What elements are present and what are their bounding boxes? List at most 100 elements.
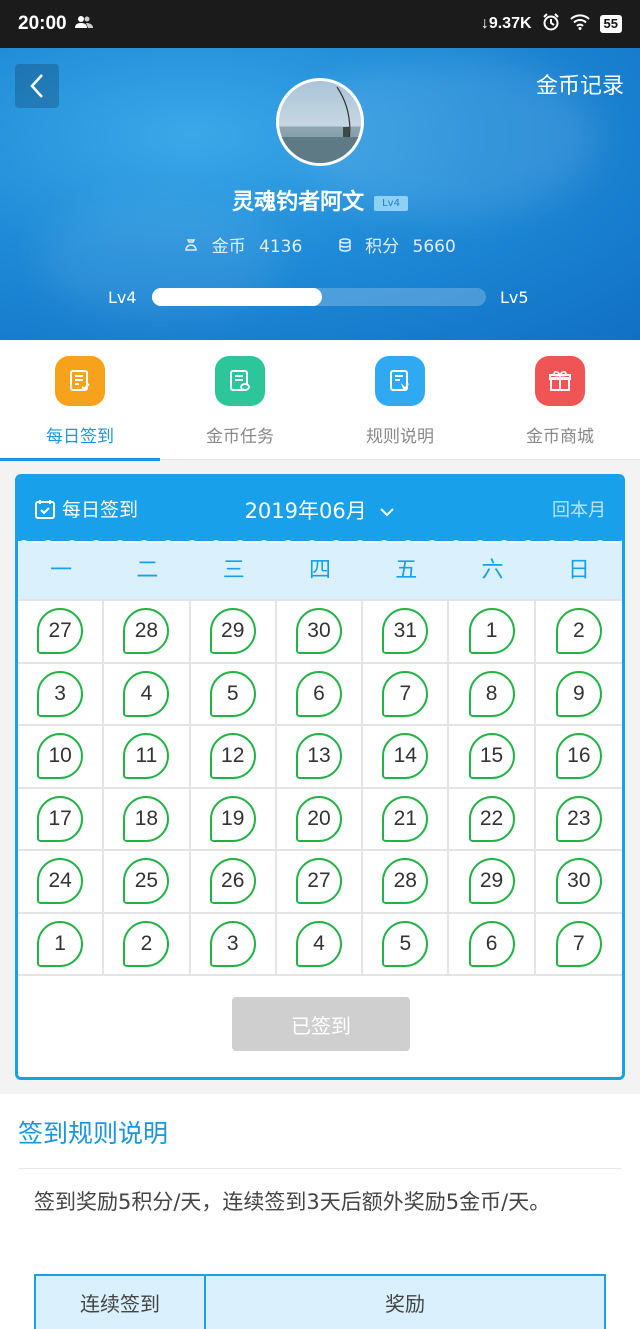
status-time: 20:00 [18, 13, 67, 34]
tab-daily-checkin[interactable]: 每日签到 [0, 340, 160, 461]
calendar-day-cell[interactable]: 19 [190, 788, 277, 851]
calendar-day-cell[interactable]: 13 [276, 726, 364, 789]
wifi-icon [569, 13, 590, 35]
calendar-day-cell[interactable]: 30 [276, 601, 364, 664]
checked-day: 21 [382, 795, 429, 842]
tab-rules[interactable]: 规则说明 [320, 340, 480, 460]
calendar-day-cell[interactable]: 3 [190, 913, 277, 976]
back-to-current-month[interactable]: 回本月 [552, 496, 606, 522]
checked-day: 20 [295, 795, 342, 842]
checked-day: 5 [382, 920, 429, 967]
calendar-day-cell[interactable]: 22 [449, 788, 536, 851]
back-button[interactable] [15, 64, 59, 108]
calendar-day-cell[interactable]: 8 [449, 663, 536, 726]
calendar-day-cell[interactable]: 5 [190, 663, 277, 726]
points-value: 5660 [412, 237, 456, 257]
tab-coin-tasks[interactable]: 金币任务 [160, 340, 320, 460]
calendar-day-cell[interactable]: 9 [535, 664, 622, 726]
level-progress-bar [152, 288, 486, 306]
calendar-day-cell[interactable]: 27 [18, 601, 105, 664]
checked-day: 8 [468, 670, 515, 717]
calendar-day-cell[interactable]: 10 [18, 726, 105, 789]
checked-day: 25 [123, 858, 170, 905]
calendar-day-cell[interactable]: 20 [276, 788, 364, 851]
calendar-day-cell[interactable]: 28 [363, 851, 450, 914]
checked-day: 11 [123, 733, 170, 780]
checkin-calendar: 每日签到 2019年06月 回本月 一 二 三 四 五 六 日 27 28 29 30… [15, 474, 625, 1080]
checked-day: 3 [209, 920, 256, 967]
weekday-label: 四 [308, 558, 331, 583]
table-header-reward: 奖励 [385, 1292, 425, 1316]
checked-day: 18 [123, 795, 170, 842]
calendar-day-cell[interactable]: 18 [104, 788, 191, 851]
checked-day: 14 [382, 733, 429, 780]
calendar-header: 每日签到 2019年06月 回本月 [18, 477, 622, 541]
calendar-day-cell[interactable]: 27 [276, 851, 364, 914]
coins-label: 金币 [211, 237, 246, 257]
rules-title: 签到规则说明 [18, 1119, 169, 1148]
calendar-day-cell[interactable]: 11 [104, 726, 191, 789]
weekday-label: 二 [136, 558, 159, 583]
rules-table-header: 连续签到 奖励 [34, 1274, 606, 1329]
month-selector[interactable]: 2019年06月 [18, 495, 622, 525]
calendar-day-cell[interactable]: 21 [363, 788, 450, 851]
calendar-day-cell[interactable]: 24 [18, 851, 105, 914]
calendar-day-cell[interactable]: 17 [18, 788, 105, 851]
calendar-day-cell[interactable]: 15 [449, 726, 536, 789]
network-speed: ↓9.37K [480, 15, 532, 32]
checked-day: 17 [37, 795, 84, 842]
checked-day: 30 [295, 608, 342, 655]
checked-day: 28 [382, 858, 429, 905]
calendar-day-cell[interactable]: 23 [535, 789, 622, 851]
gift-icon [535, 356, 585, 406]
rules-text: 签到奖励5积分/天，连续签到3天后额外奖励5金币/天。 [34, 1190, 551, 1214]
calendar-day-cell[interactable]: 3 [18, 663, 105, 726]
calendar-day-cell[interactable]: 25 [104, 851, 191, 914]
calendar-day-cell[interactable]: 28 [104, 601, 191, 664]
calendar-day-cell[interactable]: 12 [190, 726, 277, 789]
checked-day: 3 [37, 670, 84, 717]
calendar-day-cell[interactable]: 4 [276, 913, 364, 976]
points-label: 积分 [365, 237, 400, 257]
calendar-day-cell[interactable]: 1 [18, 913, 105, 976]
checked-day: 27 [295, 858, 342, 905]
checked-day: 31 [382, 608, 429, 655]
calendar-day-cell[interactable]: 29 [190, 601, 277, 664]
coin-record-link[interactable]: 金币记录 [536, 68, 624, 100]
coin-icon [184, 237, 203, 257]
avatar[interactable] [276, 78, 364, 166]
calendar-day-cell[interactable]: 30 [535, 851, 622, 914]
calendar-day-cell[interactable]: 14 [363, 726, 450, 789]
checked-day: 16 [555, 733, 602, 780]
weekday-label: 日 [567, 558, 590, 583]
checked-day: 29 [209, 608, 256, 655]
checklist-icon [55, 356, 105, 406]
calendar-day-cell[interactable]: 6 [276, 663, 364, 726]
calendar-day-cell[interactable]: 26 [190, 851, 277, 914]
calendar-day-cell[interactable]: 7 [535, 914, 622, 976]
checked-day: 2 [123, 920, 170, 967]
calendar-day-cell[interactable]: 7 [363, 663, 450, 726]
level-current: Lv4 [108, 288, 137, 307]
calendar-day-cell[interactable]: 6 [449, 913, 536, 976]
calendar-day-cell[interactable]: 29 [449, 851, 536, 914]
calendar-day-cell[interactable]: 5 [363, 913, 450, 976]
table-header-streak: 连续签到 [36, 1276, 206, 1329]
user-stats: 金币 4136 积分 5660 [0, 232, 640, 257]
checked-day: 2 [555, 608, 602, 655]
calendar-day-cell[interactable]: 16 [535, 726, 622, 789]
calendar-day-cell[interactable]: 31 [363, 601, 450, 664]
signed-in-button[interactable]: 已签到 [232, 997, 410, 1051]
calendar-day-cell[interactable]: 2 [535, 601, 622, 664]
checked-day: 1 [468, 608, 515, 655]
checked-day: 1 [37, 920, 84, 967]
checked-day: 24 [37, 858, 84, 905]
checked-day: 26 [209, 858, 256, 905]
checked-day: 13 [295, 733, 342, 780]
calendar-day-cell[interactable]: 1 [449, 601, 536, 664]
calendar-day-cell[interactable]: 2 [104, 913, 191, 976]
calendar-day-cell[interactable]: 4 [104, 663, 191, 726]
checked-day: 6 [468, 920, 515, 967]
checked-day: 5 [209, 670, 256, 717]
tab-coin-mall[interactable]: 金币商城 [480, 340, 640, 460]
